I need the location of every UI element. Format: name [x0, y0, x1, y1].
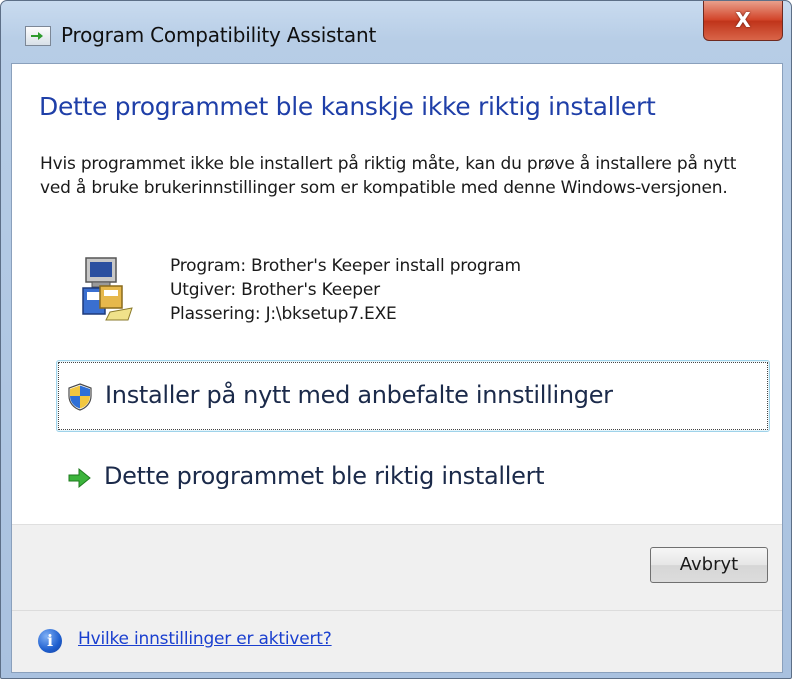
reinstall-command-label: Installer på nytt med anbefalte innstill… [105, 381, 613, 409]
program-publisher: Utgiver: Brother's Keeper [170, 280, 380, 300]
dialog-window: Program Compatibility Assistant X Dette … [0, 0, 792, 679]
title-bar[interactable]: Program Compatibility Assistant [1, 1, 791, 61]
program-name: Program: Brother's Keeper install progra… [170, 256, 521, 276]
green-arrow-icon [68, 467, 91, 489]
installed-correctly-label: Dette programmet ble riktig installert [104, 462, 545, 490]
dialog-heading: Dette programmet ble kanskje ikke riktig… [39, 92, 656, 121]
installed-correctly-command[interactable]: Dette programmet ble riktig installert [56, 442, 770, 514]
cancel-button[interactable]: Avbryt [650, 547, 768, 583]
info-icon: i [38, 629, 62, 653]
button-area: Avbryt [12, 524, 782, 610]
compatibility-assistant-icon [25, 26, 51, 46]
setup-program-icon [82, 257, 133, 321]
info-footer: i Hvilke innstillinger er aktivert? [12, 610, 782, 672]
dialog-description: Hvis programmet ikke ble installert på r… [40, 154, 737, 198]
program-location: Plassering: J:\bksetup7.EXE [170, 304, 397, 324]
program-details: Program: Brother's Keeper install progra… [170, 254, 521, 326]
window-title: Program Compatibility Assistant [61, 23, 377, 47]
which-settings-link[interactable]: Hvilke innstillinger er aktivert? [78, 629, 332, 649]
dialog-content: Dette programmet ble kanskje ikke riktig… [11, 63, 783, 673]
reinstall-recommended-command[interactable]: Installer på nytt med anbefalte innstill… [56, 360, 770, 432]
uac-shield-icon [68, 383, 92, 411]
close-button[interactable]: X [703, 1, 783, 41]
